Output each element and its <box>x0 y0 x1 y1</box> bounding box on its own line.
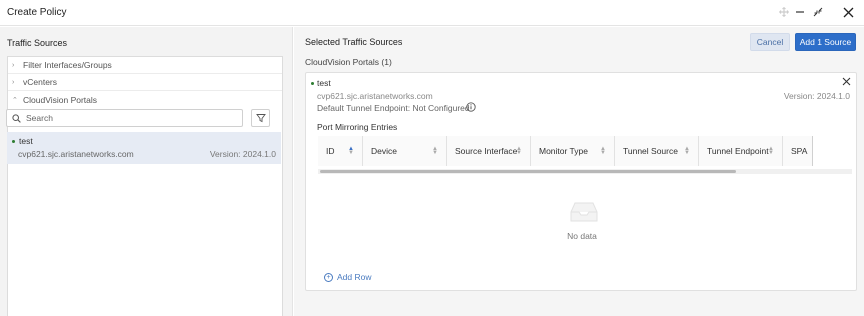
sort-icon: ▲ ▼ <box>684 146 690 156</box>
add-source-button[interactable]: Add 1 Source <box>795 33 856 51</box>
search-input[interactable] <box>26 113 226 123</box>
card-source-version: Version: 2024.1.0 <box>783 91 850 101</box>
tunnel-endpoint-text: Default Tunnel Endpoint: Not Configured <box>317 103 470 113</box>
search-icon <box>12 113 21 123</box>
add-circle-icon: + <box>324 272 333 282</box>
source-list-item[interactable]: test cvp621.sjc.aristanetworks.com Versi… <box>7 132 281 164</box>
sort-icon: ▲ ▼ <box>516 146 522 156</box>
tree-item-cloudvision-portals[interactable]: ⌃ CloudVision Portals <box>8 91 282 108</box>
move-icon[interactable] <box>776 4 792 20</box>
sort-icon: ▲ ▼ <box>432 146 438 156</box>
empty-state-text: No data <box>567 231 597 241</box>
port-mirroring-heading: Port Mirroring Entries <box>317 122 398 132</box>
tree-item-filter-interfaces[interactable]: › Filter Interfaces/Groups <box>8 57 282 74</box>
column-header-id[interactable]: ID ▲ ▼ <box>318 136 363 166</box>
title-bar: Create Policy <box>0 0 864 26</box>
search-field[interactable] <box>6 109 243 127</box>
info-icon[interactable] <box>466 102 476 112</box>
tree-item-vcenters[interactable]: › vCenters <box>8 74 282 91</box>
status-dot <box>12 140 15 143</box>
tree-item-label: Filter Interfaces/Groups <box>23 60 112 70</box>
selected-sources-heading: Selected Traffic Sources <box>305 37 403 47</box>
tree-item-label: CloudVision Portals <box>23 94 98 105</box>
port-mirroring-table: ID ▲ ▼ Device ▲ ▼ Source Interface ▲ ▼ Moni… <box>318 136 852 171</box>
remove-source-icon[interactable] <box>842 77 852 87</box>
chevron-right-icon: › <box>12 61 15 69</box>
card-source-host: cvp621.sjc.aristanetworks.com <box>317 91 433 101</box>
chevron-right-icon: › <box>12 78 15 86</box>
source-version: Version: 2024.1.0 <box>209 149 276 159</box>
source-name: test <box>19 136 33 146</box>
cancel-button[interactable]: Cancel <box>750 33 790 51</box>
close-icon[interactable] <box>840 4 856 20</box>
minimize-icon[interactable] <box>792 4 808 20</box>
group-label: CloudVision Portals (1) <box>305 57 392 67</box>
column-header-tunnel-endpoint[interactable]: Tunnel Endpoint ▲ ▼ <box>699 136 783 166</box>
filter-icon <box>255 114 266 123</box>
tree-item-label: vCenters <box>23 77 58 87</box>
column-header-tunnel-source[interactable]: Tunnel Source ▲ ▼ <box>615 136 699 166</box>
sort-asc-icon: ▲ ▼ <box>348 146 354 156</box>
collapse-icon[interactable] <box>810 4 826 20</box>
source-card: test cvp621.sjc.aristanetworks.com Versi… <box>305 72 857 291</box>
add-row-label: Add Row <box>337 272 372 282</box>
traffic-sources-heading: Traffic Sources <box>7 38 68 48</box>
column-header-device[interactable]: Device ▲ ▼ <box>363 136 447 166</box>
column-header-source-interface[interactable]: Source Interface ▲ ▼ <box>447 136 531 166</box>
empty-inbox-icon <box>570 202 598 222</box>
card-source-name: test <box>317 78 331 88</box>
add-row-button[interactable]: + Add Row <box>324 272 372 282</box>
chevron-up-icon: ⌃ <box>12 96 18 104</box>
scrollbar-thumb[interactable] <box>320 170 736 173</box>
horizontal-scrollbar[interactable] <box>318 169 852 174</box>
source-tree: › Filter Interfaces/Groups › vCenters ⌃ … <box>7 56 283 316</box>
sort-icon: ▲ ▼ <box>600 146 606 156</box>
column-header-monitor-type[interactable]: Monitor Type ▲ ▼ <box>531 136 615 166</box>
filter-button[interactable] <box>251 109 270 127</box>
source-host: cvp621.sjc.aristanetworks.com <box>18 149 134 159</box>
sort-icon: ▲ ▼ <box>768 146 774 156</box>
column-header-spa[interactable]: SPA <box>783 136 813 166</box>
status-dot <box>311 82 314 85</box>
selected-sources-pane: Selected Traffic Sources Cancel Add 1 So… <box>294 27 864 316</box>
window-title: Create Policy <box>7 7 67 18</box>
traffic-sources-pane: Traffic Sources › Filter Interfaces/Grou… <box>0 27 293 316</box>
